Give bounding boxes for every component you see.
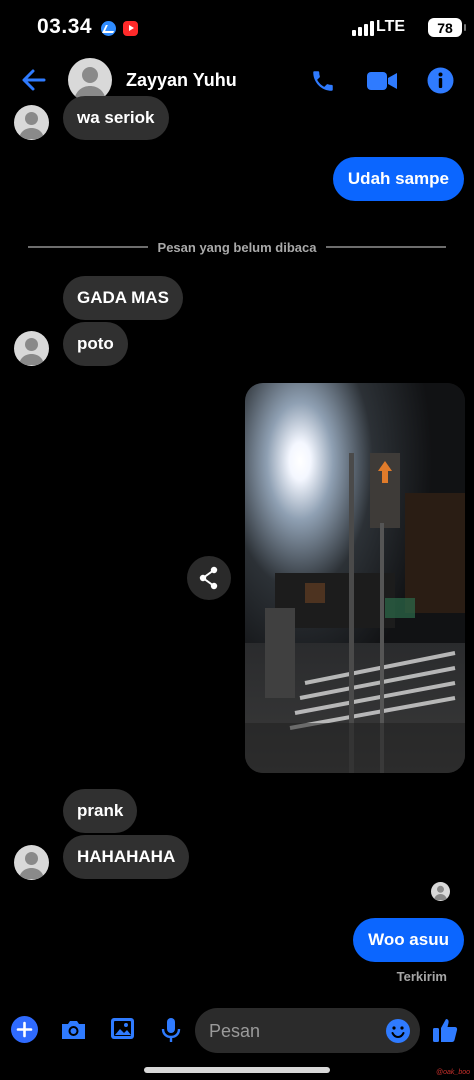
unread-divider-label: Pesan yang belum dibaca — [157, 239, 317, 255]
message-input-placeholder: Pesan — [209, 1021, 261, 1041]
plus-glyph — [16, 1021, 33, 1038]
sender-avatar[interactable] — [14, 845, 49, 880]
microphone-icon[interactable] — [160, 1016, 182, 1044]
plus-icon[interactable] — [11, 1016, 38, 1043]
message-text: Woo asuu — [368, 930, 449, 949]
message-composer: Pesan — [0, 1004, 474, 1058]
chat-header: Zayyan Yuhu — [0, 56, 474, 106]
incoming-message[interactable]: HAHAHAHA — [63, 835, 190, 879]
message-input[interactable]: Pesan — [195, 1008, 420, 1053]
phone-icon[interactable] — [310, 68, 336, 94]
gallery-icon[interactable] — [109, 1016, 136, 1041]
sent-photo[interactable] — [245, 383, 465, 773]
message-text: prank — [77, 801, 124, 820]
network-type: LTE — [376, 18, 406, 35]
share-icon — [199, 566, 218, 590]
message-text: Udah sampe — [347, 169, 449, 188]
incoming-message[interactable]: prank — [63, 789, 138, 833]
divider-line — [326, 246, 447, 248]
outgoing-message[interactable]: Woo asuu — [353, 918, 464, 962]
incoming-message[interactable]: GADA MAS — [63, 276, 183, 320]
info-icon[interactable] — [427, 67, 454, 94]
message-text: GADA MAS — [77, 288, 169, 307]
emoji-icon[interactable] — [385, 1018, 411, 1044]
signal-icon — [352, 20, 374, 36]
delivery-status: Terkirim — [396, 969, 447, 984]
battery-level: 78 — [437, 19, 453, 36]
outgoing-message[interactable]: Udah sampe — [332, 157, 464, 201]
status-bar: 03.34 LTE 78 — [0, 0, 474, 56]
unread-divider: Pesan yang belum dibaca — [28, 237, 447, 257]
like-icon[interactable] — [431, 1016, 459, 1044]
divider-line — [28, 246, 148, 248]
default-avatar-icon — [19, 112, 44, 139]
camera-icon[interactable] — [59, 1016, 88, 1043]
incoming-message[interactable]: wa seriok — [63, 96, 169, 140]
message-text: HAHAHAHA — [77, 847, 176, 866]
battery-icon: 78 — [428, 18, 466, 37]
message-text: wa seriok — [77, 108, 155, 127]
night-street-photo — [245, 383, 465, 773]
video-call-icon[interactable] — [366, 70, 398, 92]
sender-avatar[interactable] — [14, 331, 49, 366]
share-button[interactable] — [187, 556, 231, 600]
default-avatar-icon — [19, 852, 44, 879]
status-time: 03.34 — [37, 15, 93, 38]
youtube-notification-icon — [123, 21, 138, 36]
contact-name[interactable]: Zayyan Yuhu — [126, 70, 237, 91]
default-avatar-icon — [19, 338, 44, 365]
default-avatar-icon — [434, 885, 447, 900]
incoming-message[interactable]: poto — [63, 322, 128, 366]
messenger-notification-icon — [101, 21, 116, 36]
message-text: poto — [77, 334, 114, 353]
back-arrow-icon[interactable] — [20, 66, 48, 94]
watermark: @oak_boo — [436, 1069, 470, 1076]
seen-indicator-avatar — [431, 882, 450, 901]
sender-avatar[interactable] — [14, 105, 49, 140]
home-indicator[interactable] — [144, 1067, 330, 1073]
